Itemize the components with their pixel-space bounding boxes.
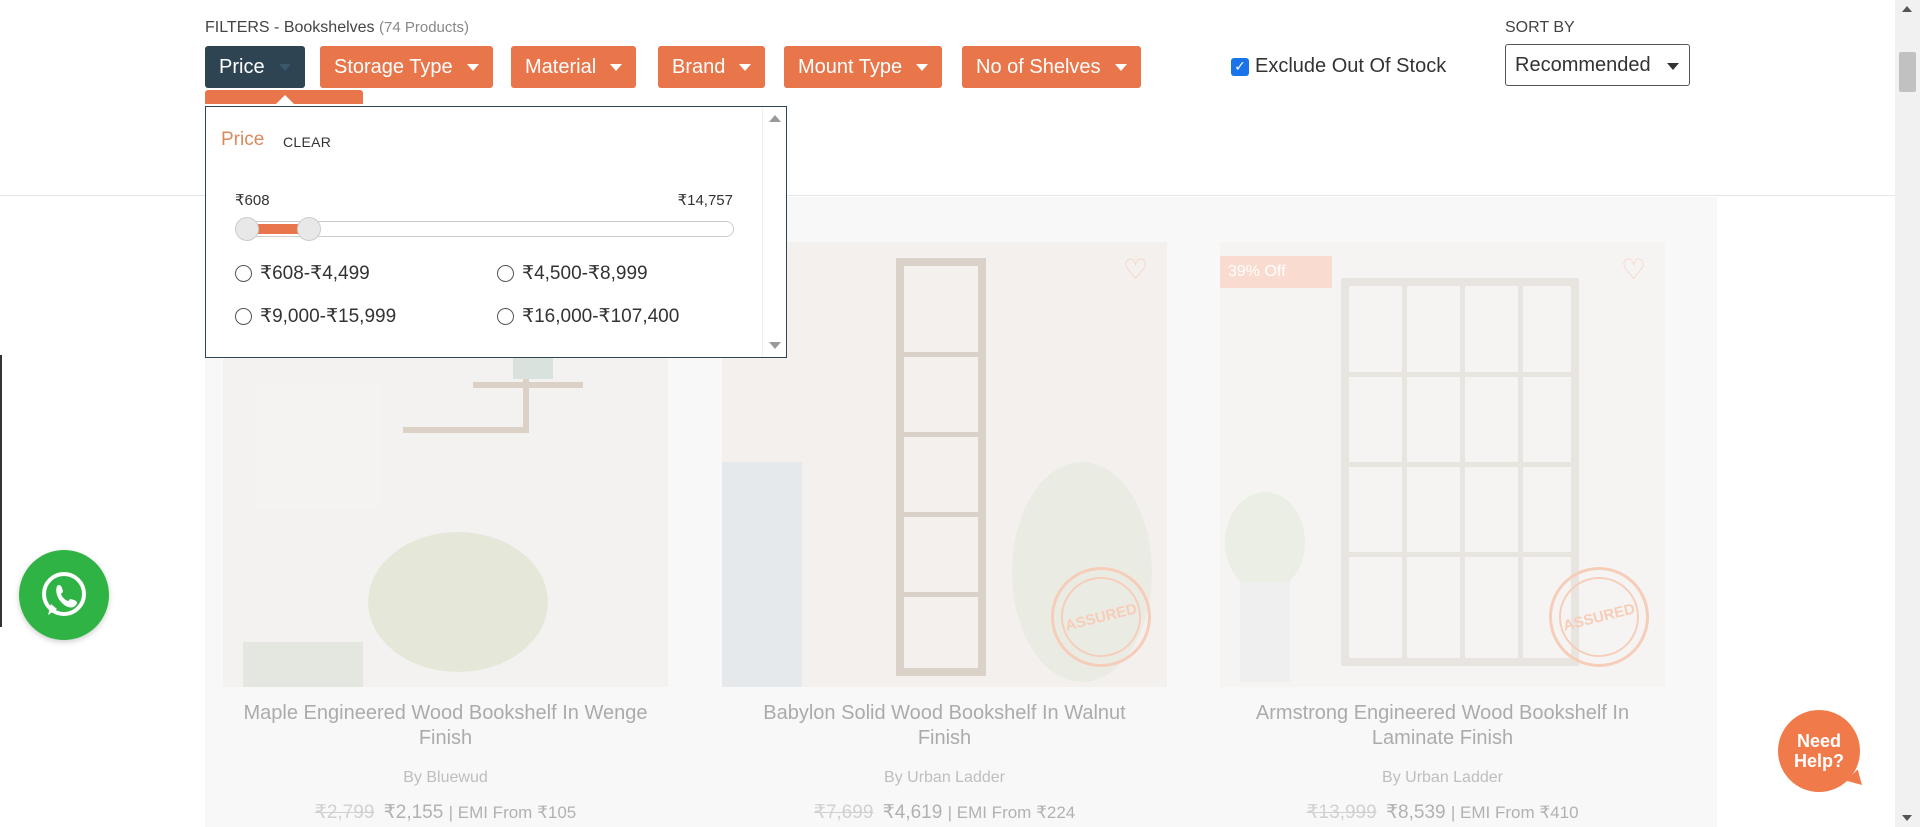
radio-icon[interactable] [235, 308, 252, 325]
product-sale-price: ₹8,539 [1385, 802, 1446, 823]
price-option[interactable]: ₹4,500-₹8,999 [497, 262, 648, 285]
scroll-down-icon[interactable] [1902, 815, 1912, 821]
filters-label: FILTERS - Bookshelves [205, 19, 375, 36]
price-max-label: ₹14,757 [677, 192, 733, 209]
chip-label: Storage Type [334, 55, 453, 78]
product-emi: | EMI From ₹410 [1450, 803, 1579, 822]
caret-down-icon [739, 63, 752, 71]
product-brand[interactable]: By Urban Ladder [1220, 769, 1665, 787]
side-edge [0, 355, 2, 627]
heart-icon[interactable]: ♡ [1621, 256, 1651, 284]
clear-button[interactable]: CLEAR [283, 134, 331, 150]
sort-value: Recommended [1515, 53, 1651, 76]
chip-label: Material [525, 55, 597, 78]
product-brand[interactable]: By Urban Ladder [722, 769, 1167, 787]
chip-label: Brand [672, 55, 726, 78]
sort-select[interactable]: Recommended [1505, 44, 1690, 86]
panel-scrollbar[interactable] [762, 107, 786, 357]
slider-max-handle[interactable] [297, 217, 321, 241]
product-sale-price: ₹2,155 [383, 802, 444, 823]
caret-down-icon [916, 63, 929, 71]
product-mrp: ₹7,699 [813, 802, 874, 823]
price-option[interactable]: ₹9,000-₹15,999 [235, 305, 396, 328]
radio-icon[interactable] [235, 265, 252, 282]
scroll-up-icon[interactable] [1902, 6, 1912, 12]
caret-down-icon [278, 63, 291, 71]
chip-label: No of Shelves [976, 55, 1101, 78]
caret-down-icon [610, 63, 623, 71]
product-sale-price: ₹4,619 [882, 802, 943, 823]
price-panel-title: Price [221, 129, 265, 150]
material-filter-chip[interactable]: Material [511, 46, 637, 88]
product-image[interactable]: 39% Off ♡ ASSURED [1220, 242, 1665, 687]
caret-down-icon [466, 63, 479, 71]
scroll-down-icon[interactable] [769, 342, 781, 349]
price-option[interactable]: ₹608-₹4,499 [235, 262, 370, 285]
exclude-out-of-stock[interactable]: ✓ Exclude Out Of Stock [1231, 55, 1446, 78]
storage-type-filter-chip[interactable]: Storage Type [320, 46, 493, 88]
caret-down-icon [1667, 63, 1679, 70]
price-filter-chip[interactable]: Price [205, 46, 305, 88]
scrollbar-thumb[interactable] [1899, 52, 1916, 92]
product-emi: | EMI From ₹105 [448, 803, 577, 822]
product-brand[interactable]: By Bluewud [223, 769, 668, 787]
product-emi: | EMI From ₹224 [947, 803, 1076, 822]
chip-label: Price [219, 55, 265, 78]
price-option[interactable]: ₹16,000-₹107,400 [497, 305, 679, 328]
heart-icon[interactable]: ♡ [1123, 256, 1153, 284]
product-name[interactable]: Maple Engineered Wood Bookshelf In Wenge… [223, 701, 668, 751]
product-count: (74 Products) [379, 19, 470, 36]
product-mrp: ₹2,799 [314, 802, 375, 823]
product-image[interactable]: ASSURED ♡ [722, 242, 1167, 687]
discount-badge: 39% Off [1220, 256, 1332, 288]
chip-label: Mount Type [798, 55, 903, 78]
mount-type-filter-chip[interactable]: Mount Type [784, 46, 943, 88]
price-min-label: ₹608 [235, 192, 270, 209]
whatsapp-icon [42, 572, 86, 616]
product-mrp: ₹13,999 [1306, 802, 1377, 823]
product-name[interactable]: Babylon Solid Wood Bookshelf In Walnut F… [722, 701, 1167, 751]
product-card[interactable]: 39% Off ♡ ASSURED Armstrong Engineered W… [1220, 242, 1665, 824]
no-of-shelves-filter-chip[interactable]: No of Shelves [962, 46, 1141, 88]
radio-icon[interactable] [497, 265, 514, 282]
slider-min-handle[interactable] [235, 217, 259, 241]
product-card[interactable]: ASSURED ♡ Babylon Solid Wood Bookshelf I… [722, 242, 1167, 824]
checkbox-checked-icon[interactable]: ✓ [1231, 57, 1249, 76]
product-price: ₹7,699 ₹4,619 | EMI From ₹224 [722, 801, 1167, 824]
product-price: ₹2,799 ₹2,155 | EMI From ₹105 [223, 801, 668, 824]
sort-label: SORT BY [1505, 19, 1575, 36]
radio-icon[interactable] [497, 308, 514, 325]
caret-down-icon [1114, 63, 1127, 71]
whatsapp-button[interactable] [19, 550, 109, 640]
product-price: ₹13,999 ₹8,539 | EMI From ₹410 [1220, 801, 1665, 824]
need-help-button[interactable]: Need Help? [1778, 710, 1860, 792]
price-dropdown: Price CLEAR ₹608 ₹14,757 ₹608-₹4,499 ₹4,… [205, 106, 787, 358]
product-name[interactable]: Armstrong Engineered Wood Bookshelf In L… [1220, 701, 1665, 751]
exclude-label: Exclude Out Of Stock [1255, 55, 1447, 77]
page-scrollbar[interactable] [1895, 0, 1920, 827]
brand-filter-chip[interactable]: Brand [658, 46, 766, 88]
price-range-slider[interactable] [235, 217, 734, 241]
scroll-up-icon[interactable] [769, 115, 781, 122]
filters-title: FILTERS - Bookshelves (74 Products) [205, 19, 469, 37]
